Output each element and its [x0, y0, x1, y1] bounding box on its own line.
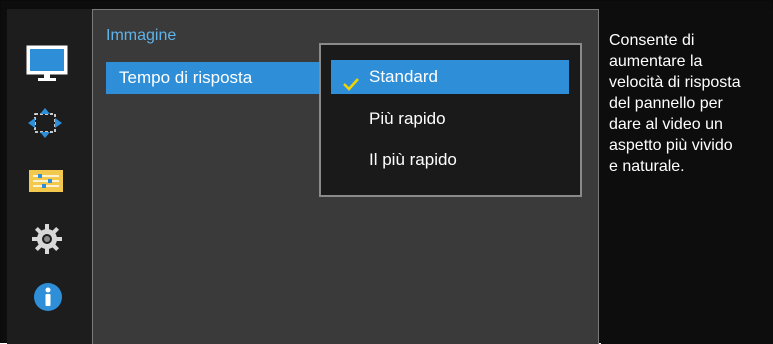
onscreen-display-icon[interactable]	[29, 170, 63, 197]
option-fastest[interactable]: Il più rapido	[331, 143, 569, 177]
system-icon[interactable]	[31, 223, 63, 260]
option-faster[interactable]: Più rapido	[331, 102, 569, 136]
description-line: del pannello per	[609, 95, 723, 112]
description-line: aspetto più vivido	[609, 137, 733, 154]
description-line: dare al video un	[609, 116, 723, 133]
picture-icon[interactable]	[26, 45, 70, 88]
help-description: Consente di aumentare la velocità di ris…	[609, 30, 769, 177]
option-label: Il più rapido	[369, 150, 457, 169]
response-time-dropdown: Standard Più rapido Il più rapido	[319, 43, 582, 197]
information-icon[interactable]	[33, 282, 63, 317]
description-line: velocità di risposta	[609, 74, 741, 91]
menu-title: Immagine	[106, 27, 177, 44]
option-label: Più rapido	[369, 109, 446, 128]
option-label: Standard	[369, 67, 438, 86]
menu-item-response-time[interactable]: Tempo di risposta	[106, 62, 321, 94]
checkmark-icon	[343, 69, 359, 103]
description-line: Consente di	[609, 32, 695, 49]
option-standard[interactable]: Standard	[331, 60, 569, 94]
description-line: aumentare la	[609, 53, 703, 70]
screen-adjust-icon[interactable]	[28, 108, 62, 143]
description-line: e naturale.	[609, 158, 685, 175]
osd-screen: Immagine Tempo di risposta Standard Più …	[0, 0, 773, 344]
category-sidebar	[7, 9, 93, 344]
help-description-panel: Consente di aumentare la velocità di ris…	[601, 9, 773, 344]
menu-panel: Immagine Tempo di risposta Standard Più …	[92, 9, 599, 344]
